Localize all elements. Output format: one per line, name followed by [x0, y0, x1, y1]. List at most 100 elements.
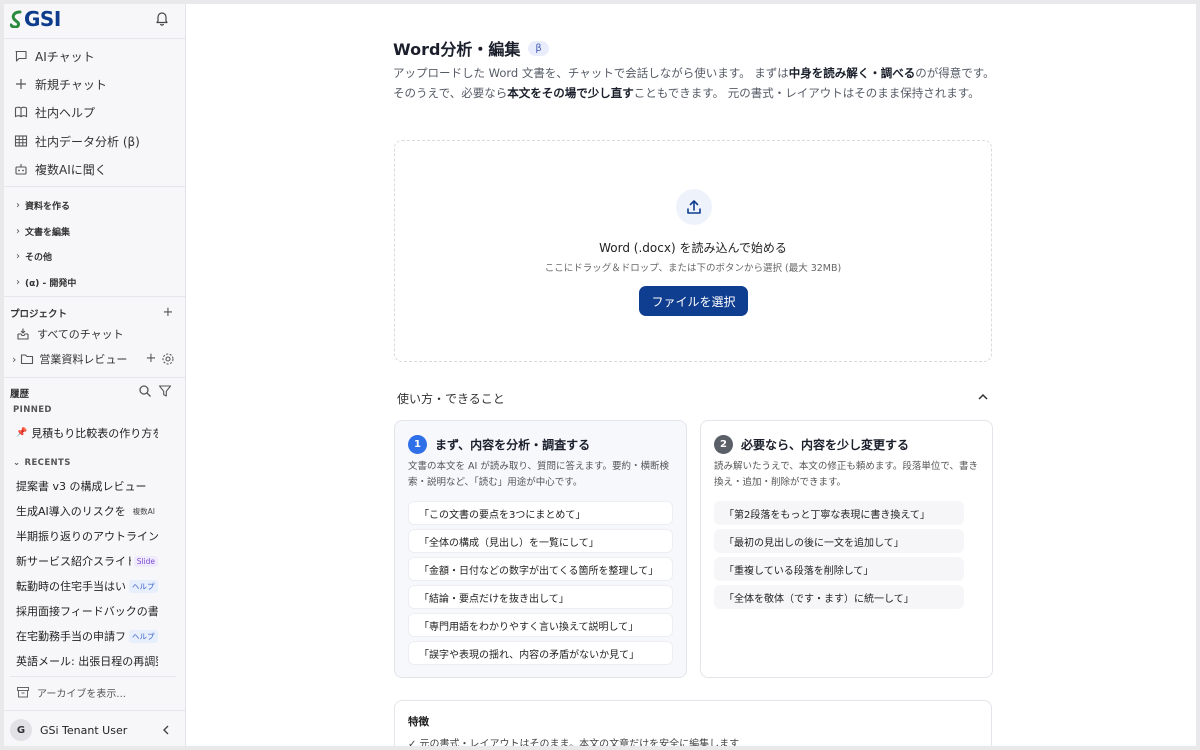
- add-to-project-icon[interactable]: +: [144, 351, 158, 366]
- history-item[interactable]: 提案書 v3 の構成レビュー: [16, 476, 158, 496]
- divider: [4, 38, 185, 39]
- user-name: GSi Tenant User: [40, 723, 128, 737]
- archive-icon: [17, 687, 29, 698]
- example-prompt[interactable]: 「全体を敬体（です・ます）に統一して」: [714, 585, 964, 609]
- add-project-icon[interactable]: +: [161, 305, 175, 320]
- all-chats-item[interactable]: すべてのチャット: [16, 323, 124, 345]
- gear-icon[interactable]: [161, 352, 175, 366]
- table-icon: [14, 135, 28, 147]
- divider: [4, 377, 185, 378]
- brand-logo[interactable]: GSI: [10, 7, 61, 31]
- nav-data-analysis[interactable]: 社内データ分析 (β): [14, 130, 140, 152]
- history-item-label: 見積もり比較表の作り方を!: [31, 427, 158, 440]
- user-menu[interactable]: G GSi Tenant User: [4, 714, 185, 746]
- feature-item: ✓ 元の書式・レイアウトはそのまま。本文の文章だけを安全に編集します: [408, 739, 740, 746]
- chat-icon: [15, 50, 27, 62]
- group-label: 文書を編集: [25, 227, 71, 238]
- divider: [10, 676, 176, 677]
- upload-icon: [687, 200, 701, 214]
- pin-icon: 📌: [16, 428, 28, 438]
- history-item[interactable]: 採用面接フィードバックの書き: [16, 601, 158, 621]
- robot-icon: [15, 164, 27, 175]
- archive-label: アーカイブを表示...: [37, 688, 126, 700]
- example-prompt[interactable]: 「最初の見出しの後に一文を追加して」: [714, 529, 964, 553]
- features-title: 特徴: [408, 716, 429, 728]
- nav-internal-help[interactable]: 社内ヘルプ: [14, 101, 95, 123]
- chevron-up-icon[interactable]: [976, 390, 990, 404]
- project-folder[interactable]: › 営業資料レビュー: [12, 348, 127, 370]
- history-item[interactable]: 英語メール: 出張日程の再調整: [16, 651, 158, 671]
- group-label: 資料を作る: [25, 201, 71, 212]
- history-item-label: 英語メール: 出張日程の再調整: [16, 655, 158, 668]
- nav-multi-ai[interactable]: 複数AIに聞く: [14, 158, 107, 180]
- step-number: 1: [408, 435, 427, 454]
- chevron-right-icon: ›: [16, 225, 20, 237]
- history-item-badge: ヘルプ: [129, 579, 158, 593]
- filter-icon[interactable]: [158, 384, 172, 398]
- page-description: アップロードした Word 文書を、チャットで会話しながら使います。 まずは中身…: [393, 63, 995, 103]
- plus-icon: [16, 79, 26, 89]
- history-item[interactable]: 新サービス紹介スライド Slide: [16, 551, 158, 571]
- group-alpha-dev[interactable]: › (α) - 開発中: [16, 274, 76, 290]
- select-file-button[interactable]: ファイルを選択: [639, 286, 748, 316]
- group-label: (α) - 開発中: [25, 278, 77, 289]
- chevron-down-icon: ⌄: [13, 458, 21, 468]
- howto-toggle[interactable]: 使い方・できること: [397, 390, 505, 407]
- history-item-badge: 複数AI: [132, 506, 155, 516]
- group-edit-docs[interactable]: › 文書を編集: [16, 223, 70, 239]
- nav-label: AIチャット: [35, 49, 95, 64]
- nav-label: 新規チャット: [35, 77, 107, 92]
- group-other[interactable]: › その他: [16, 248, 52, 264]
- example-prompt[interactable]: 「誤字や表現の揺れ、内容の矛盾がないか見て」: [408, 641, 673, 665]
- file-dropzone[interactable]: Word (.docx) を読み込んで始める ここにドラッグ＆ドロップ、または下…: [394, 140, 992, 362]
- archive-link[interactable]: アーカイブを表示...: [16, 681, 126, 703]
- history-item-label: 提案書 v3 の構成レビュー: [16, 480, 147, 493]
- history-item-label: 新サービス紹介スライド: [16, 555, 131, 568]
- collapse-sidebar-icon[interactable]: [160, 724, 172, 736]
- desc-text: こともできます。 元の書式・レイアウトはそのまま保持されます。: [633, 86, 980, 100]
- upload-icon-wrap: [676, 189, 712, 225]
- history-item[interactable]: 半期振り返りのアウトライン行: [16, 526, 158, 546]
- step-number: 2: [714, 435, 733, 454]
- analyze-card: 1 まず、内容を分析・調査する 文書の本文を AI が読み取り、質問に答えます。…: [394, 420, 687, 678]
- pinned-item[interactable]: 📌 見積もり比較表の作り方を!: [16, 423, 158, 443]
- history-item-badge: Slide: [133, 555, 158, 567]
- history-item-label: 半期振り返りのアウトライン行: [16, 530, 158, 543]
- history-title: 履歴: [10, 389, 30, 400]
- example-prompt[interactable]: 「結論・要点だけを抜き出して」: [408, 585, 673, 609]
- page-header: Word分析・編集 β: [393, 36, 549, 60]
- dropzone-subtitle: ここにドラッグ＆ドロップ、または下のボタンから選択 (最大 32MB): [544, 263, 842, 274]
- desc-text: アップロードした Word 文書を、チャットで会話しながら使います。 まずは: [393, 66, 789, 80]
- example-prompt[interactable]: 「専門用語をわかりやすく言い換えて説明して」: [408, 613, 673, 637]
- group-create-docs[interactable]: › 資料を作る: [16, 197, 70, 213]
- history-item[interactable]: 転勤時の住宅手当はい ヘルプ: [16, 576, 158, 596]
- pinned-label: PINNED: [13, 405, 52, 415]
- beta-badge: β: [528, 40, 549, 56]
- card-description: 読み解いたうえで、本文の修正も頼めます。段落単位で、書き換え・追加・削除ができま…: [714, 461, 979, 488]
- nav-new-chat[interactable]: 新規チャット: [14, 73, 107, 95]
- search-icon[interactable]: [138, 384, 152, 398]
- folder-icon: [21, 354, 34, 365]
- dropzone-title: Word (.docx) を読み込んで始める: [599, 241, 787, 255]
- history-item[interactable]: 在宅勤務手当の申請フ ヘルプ: [16, 626, 158, 646]
- example-prompt[interactable]: 「重複している段落を削除して」: [714, 557, 964, 581]
- bell-icon[interactable]: [154, 10, 170, 26]
- chevron-right-icon: ›: [16, 276, 20, 288]
- projects-title: プロジェクト: [10, 309, 68, 320]
- history-item[interactable]: 生成AI導入のリスクを! 複数AI: [16, 501, 158, 521]
- history-item-label: 採用面接フィードバックの書き: [16, 605, 158, 618]
- logo-text: GSI: [24, 7, 61, 31]
- history-item-badge: ヘルプ: [129, 629, 158, 643]
- example-prompt[interactable]: 「全体の構成（見出し）を一覧にして」: [408, 529, 673, 553]
- divider: [4, 296, 185, 297]
- recents-header[interactable]: ⌄ RECENTS: [13, 458, 71, 468]
- example-prompt[interactable]: 「第2段落をもっと丁寧な表現に書き換えて」: [714, 501, 964, 525]
- main-content: Word分析・編集 β アップロードした Word 文書を、チャットで会話しなが…: [186, 4, 1196, 746]
- chevron-right-icon: ›: [12, 352, 17, 366]
- divider: [4, 186, 185, 187]
- history-item-label: 転勤時の住宅手当はい: [16, 580, 126, 593]
- example-prompt[interactable]: 「金額・日付などの数字が出てくる箇所を整理して」: [408, 557, 673, 581]
- nav-ai-chat[interactable]: AIチャット: [14, 45, 95, 67]
- edit-card: 2 必要なら、内容を少し変更する 読み解いたうえで、本文の修正も頼めます。段落単…: [700, 420, 993, 678]
- example-prompt[interactable]: 「この文書の要点を3つにまとめて」: [408, 501, 673, 525]
